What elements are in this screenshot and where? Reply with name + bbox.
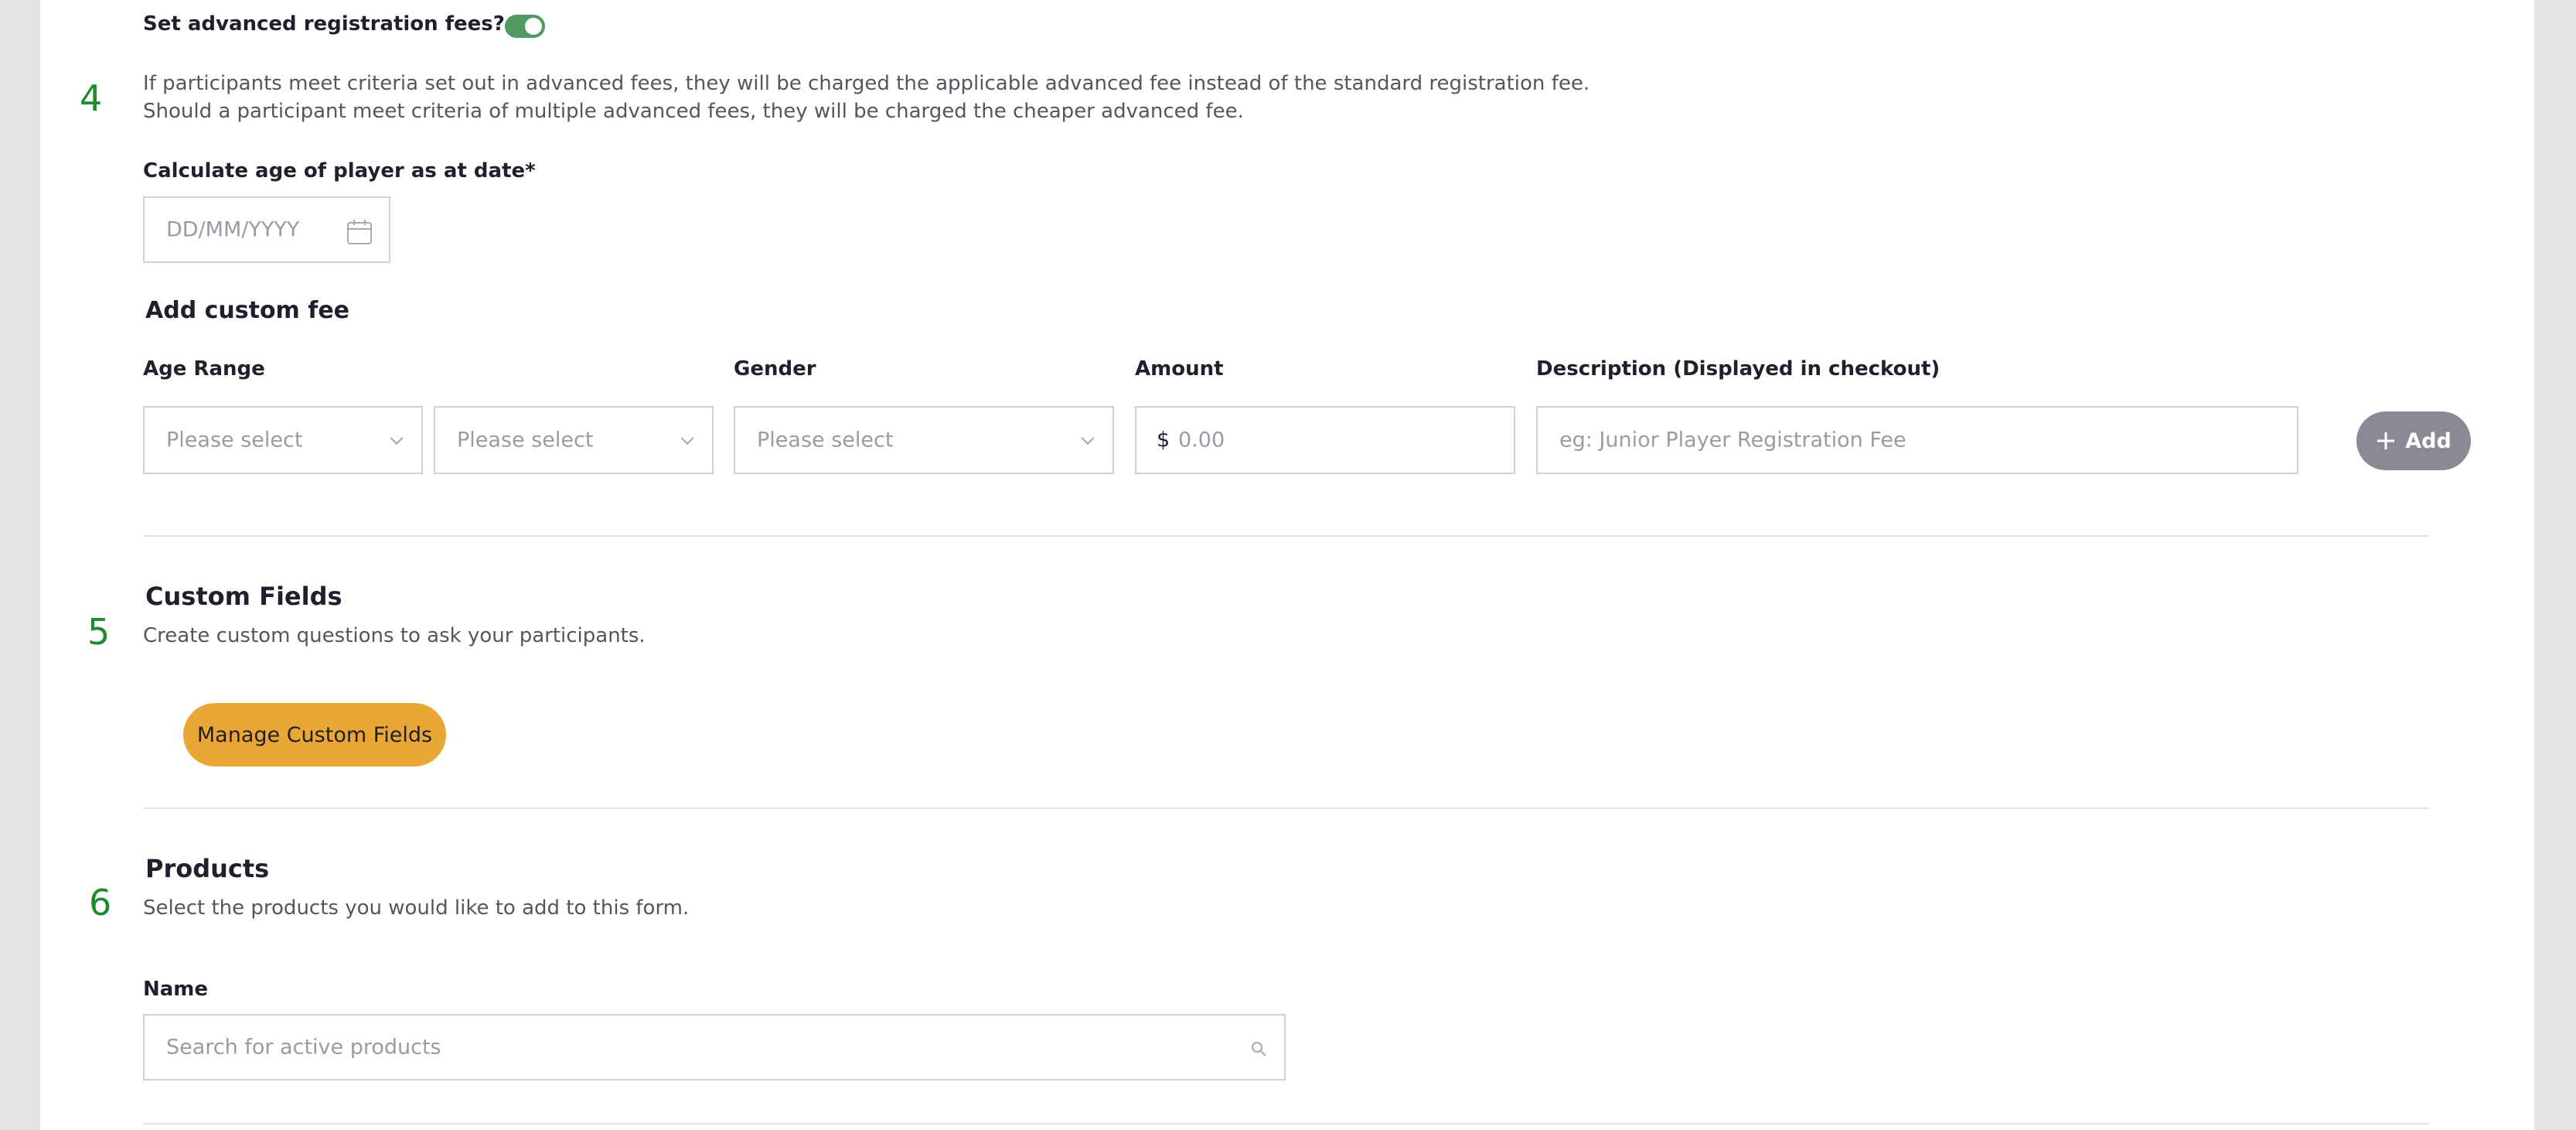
amount-label: Amount bbox=[1135, 357, 1224, 381]
plus-icon bbox=[2377, 432, 2395, 449]
manage-custom-fields-button[interactable]: Manage Custom Fields bbox=[183, 703, 446, 766]
chevron-down-icon bbox=[680, 432, 694, 446]
age-date-label-text: Calculate age of player as at date bbox=[143, 159, 526, 183]
required-mark: * bbox=[525, 159, 536, 183]
age-to-placeholder: Please select bbox=[457, 428, 594, 452]
description-placeholder: eg: Junior Player Registration Fee bbox=[1559, 428, 1906, 452]
form-panel: Set advanced registration fees? 4 If par… bbox=[40, 0, 2534, 1130]
advanced-fees-toggle-label: Set advanced registration fees? bbox=[143, 12, 505, 36]
section-divider bbox=[143, 807, 2430, 809]
add-fee-button[interactable]: Add bbox=[2356, 411, 2471, 470]
amount-input[interactable]: $ 0.00 bbox=[1135, 406, 1515, 474]
advanced-fees-toggle[interactable] bbox=[505, 15, 545, 38]
custom-fields-description: Create custom questions to ask your part… bbox=[143, 624, 646, 647]
date-placeholder: DD/MM/YYYY bbox=[166, 217, 300, 242]
custom-fee-heading: Add custom fee bbox=[145, 297, 350, 324]
currency-symbol: $ bbox=[1157, 428, 1170, 452]
chevron-down-icon bbox=[390, 432, 404, 446]
gender-label: Gender bbox=[734, 357, 816, 381]
gender-select[interactable]: Please select bbox=[734, 406, 1114, 474]
age-range-label: Age Range bbox=[143, 357, 265, 381]
add-button-label: Add bbox=[2405, 428, 2452, 453]
step-number-6: 6 bbox=[89, 882, 112, 923]
step-number-4: 4 bbox=[80, 77, 103, 119]
product-search-input[interactable]: Search for active products bbox=[143, 1014, 1286, 1080]
chevron-down-icon bbox=[1081, 432, 1095, 446]
age-from-select[interactable]: Please select bbox=[143, 406, 423, 474]
gender-placeholder: Please select bbox=[757, 428, 894, 452]
product-search-placeholder: Search for active products bbox=[166, 1035, 441, 1060]
age-date-label: Calculate age of player as at date* bbox=[143, 159, 536, 183]
description-input[interactable]: eg: Junior Player Registration Fee bbox=[1536, 406, 2298, 474]
advanced-fees-description-1: If participants meet criteria set out in… bbox=[143, 72, 1590, 95]
section-divider bbox=[143, 1123, 2430, 1125]
custom-fields-heading: Custom Fields bbox=[145, 582, 342, 611]
advanced-fees-description-2: Should a participant meet criteria of mu… bbox=[143, 100, 1244, 123]
age-to-select[interactable]: Please select bbox=[434, 406, 714, 474]
toggle-knob bbox=[525, 18, 542, 35]
search-icon bbox=[1252, 1042, 1266, 1057]
age-date-input[interactable]: DD/MM/YYYY bbox=[143, 196, 390, 263]
section-divider bbox=[143, 535, 2430, 537]
description-label: Description (Displayed in checkout) bbox=[1536, 357, 1941, 381]
products-description: Select the products you would like to ad… bbox=[143, 896, 690, 920]
product-name-label: Name bbox=[143, 978, 209, 1001]
amount-placeholder: 0.00 bbox=[1178, 428, 1225, 452]
products-heading: Products bbox=[145, 854, 270, 883]
calendar-icon[interactable] bbox=[346, 218, 373, 246]
step-number-5: 5 bbox=[87, 611, 111, 653]
age-from-placeholder: Please select bbox=[166, 428, 303, 452]
